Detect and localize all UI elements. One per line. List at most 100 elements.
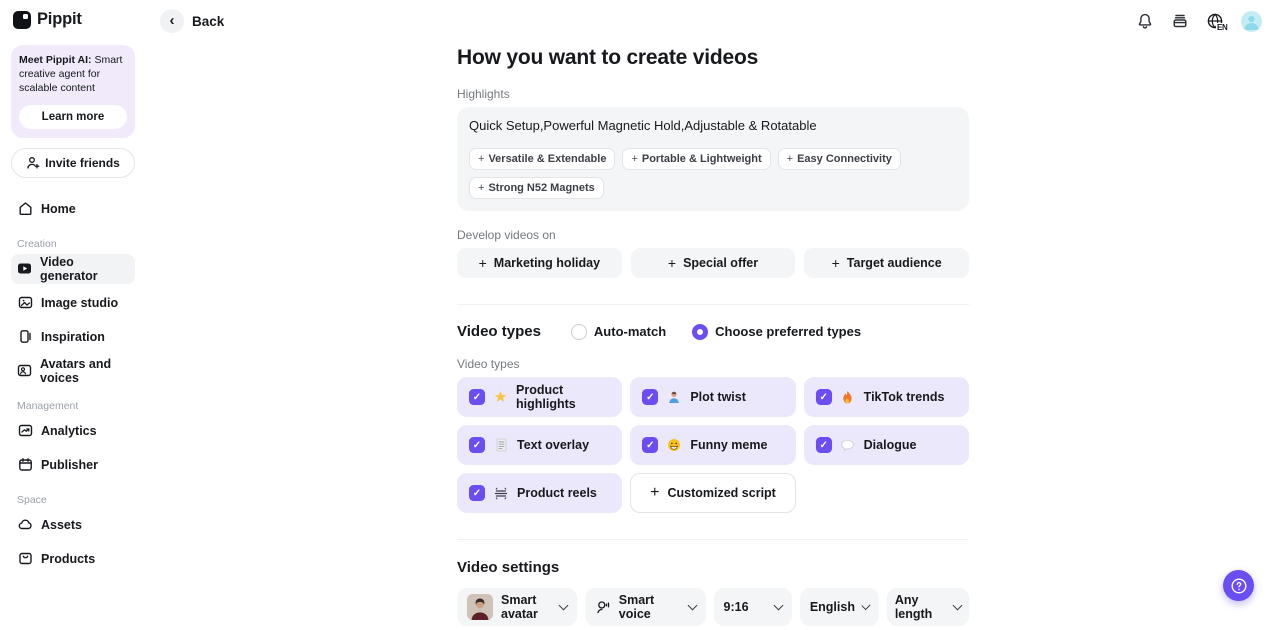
plus-icon: + [786, 153, 794, 165]
learn-more-button[interactable]: Learn more [19, 104, 127, 129]
type-card-product-highlights[interactable]: ✓ Product highlights [457, 377, 623, 417]
home-icon [17, 201, 33, 217]
sidebar: Pippit Meet Pippit AI: Smart creative ag… [0, 0, 146, 630]
length-dropdown[interactable]: Any length [886, 588, 969, 626]
promo-text: Meet Pippit AI: Smart creative agent for… [19, 53, 127, 96]
develop-option-marketing-holiday[interactable]: + Marketing holiday [457, 248, 622, 278]
develop-options: + Marketing holiday + Special offer + Targe… [457, 248, 969, 278]
main-area: ‹ Back EN How you want to create videos … [146, 0, 1280, 630]
cloud-icon [17, 517, 33, 533]
products-icon [17, 551, 33, 567]
film-frames-icon [493, 485, 509, 501]
smart-avatar-dropdown[interactable]: Smart avatar [457, 588, 577, 626]
notifications-bell-icon[interactable] [1136, 12, 1154, 30]
checkbox-checked-icon: ✓ [469, 437, 485, 453]
video-settings-heading: Video settings [457, 559, 560, 576]
sidebar-item-analytics[interactable]: Analytics [11, 416, 135, 446]
plus-icon: + [831, 255, 840, 271]
type-card-label: Product highlights [516, 383, 576, 411]
language-value: English [809, 600, 855, 614]
help-button[interactable] [1223, 570, 1254, 601]
develop-option-label: Target audience [846, 256, 942, 270]
type-card-label: Product reels [517, 486, 597, 500]
section-label-creation: Creation [17, 237, 57, 250]
type-card-label: Plot twist [690, 390, 746, 404]
suggestion-tag[interactable]: + Strong N52 Magnets [469, 177, 604, 199]
checkbox-checked-icon: ✓ [815, 389, 832, 405]
sidebar-item-video-generator[interactable]: Video generator [11, 253, 135, 284]
chevron-down-icon [861, 600, 871, 610]
type-card-label: Text overlay [517, 438, 590, 452]
type-card-product-reels[interactable]: ✓ Product reels [457, 473, 623, 513]
sidebar-item-label: Publisher [41, 457, 98, 472]
chevron-down-icon [687, 600, 697, 610]
highlights-label: Highlights [457, 87, 510, 101]
suggestion-tag[interactable]: + Portable & Lightweight [622, 148, 771, 170]
develop-option-special-offer[interactable]: + Special offer [630, 248, 796, 278]
back-label: Back [192, 13, 225, 29]
radio-label: Auto-match [593, 324, 667, 339]
radio-icon [570, 323, 587, 340]
plus-icon: + [650, 484, 660, 501]
type-card-funny-meme[interactable]: ✓ Funny meme [630, 425, 796, 465]
plus-icon: + [478, 182, 485, 194]
type-card-dialogue[interactable]: ✓ Dialogue [803, 425, 969, 465]
page-title: How you want to create videos [457, 46, 759, 69]
type-card-tiktok-trends[interactable]: ✓ TikTok trends [803, 377, 969, 417]
type-card-label: Dialogue [863, 438, 917, 452]
pippit-logo-icon [13, 10, 31, 29]
avatar-thumbnail [467, 594, 493, 620]
user-avatar[interactable] [1241, 10, 1262, 32]
sidebar-item-label: Assets [41, 517, 82, 532]
type-card-label: TikTok trends [863, 390, 945, 404]
sidebar-item-assets[interactable]: Assets [11, 510, 135, 540]
radio-label: Choose preferred types [715, 324, 862, 339]
smart-voice-dropdown[interactable]: Smart voice [584, 588, 706, 626]
video-generator-icon [17, 261, 32, 277]
highlights-input[interactable]: Quick Setup,Powerful Magnetic Hold,Adjus… [457, 107, 969, 211]
develop-option-target-audience[interactable]: + Target audience [804, 248, 969, 278]
invite-friends-button[interactable]: Invite friends [11, 147, 135, 178]
avatars-icon [17, 363, 32, 379]
highlight-suggestions: + Versatile & Extendable + Portable & Ligh… [469, 148, 957, 199]
tag-label: Strong N52 Magnets [488, 182, 595, 194]
type-card-plot-twist[interactable]: ✓ Plot twist [630, 377, 796, 417]
suggestion-tag[interactable]: + Versatile & Extendable [469, 148, 616, 170]
sidebar-item-label: Inspiration [41, 329, 105, 344]
aspect-ratio-dropdown[interactable]: 9:16 [713, 588, 792, 626]
type-card-text-overlay[interactable]: ✓ Text overlay [457, 425, 623, 465]
language-globe-icon[interactable]: EN [1206, 12, 1228, 32]
sidebar-item-label: Home [41, 201, 76, 216]
chevron-down-icon [952, 600, 963, 610]
section-label-management: Management [17, 399, 79, 412]
person-icon [666, 389, 682, 405]
develop-option-label: Marketing holiday [493, 256, 601, 270]
checkbox-checked-icon: ✓ [642, 389, 659, 405]
language-dropdown[interactable]: English [799, 588, 879, 626]
divider [457, 539, 969, 540]
person-plus-icon [26, 156, 40, 170]
checkbox-checked-icon: ✓ [469, 485, 485, 501]
sidebar-item-inspiration[interactable]: Inspiration [11, 322, 135, 352]
smart-avatar-label: Smart avatar [501, 593, 538, 621]
suggestion-tag[interactable]: + Easy Connectivity [777, 148, 901, 170]
sidebar-item-home[interactable]: Home [11, 194, 135, 224]
section-label-space: Space [17, 493, 47, 506]
flame-icon [840, 389, 856, 405]
back-button[interactable]: ‹ Back [160, 9, 224, 33]
video-types-heading: Video types [457, 323, 541, 340]
chevron-down-icon [558, 600, 569, 610]
video-types-sublabel: Video types [457, 357, 520, 371]
sidebar-item-image-studio[interactable]: Image studio [11, 288, 135, 318]
customized-script-button[interactable]: + Customized script [630, 473, 796, 513]
header-icons: EN [1136, 10, 1262, 32]
sidebar-item-avatars-and-voices[interactable]: Avatars and voices [11, 356, 135, 386]
sidebar-item-publisher[interactable]: Publisher [11, 450, 135, 480]
brand[interactable]: Pippit [11, 10, 135, 29]
sidebar-item-products[interactable]: Products [11, 544, 135, 574]
checkbox-checked-icon: ✓ [642, 437, 659, 453]
radio-choose-preferred[interactable]: Choose preferred types [692, 323, 862, 340]
storage-box-icon[interactable] [1171, 12, 1189, 30]
radio-auto-match[interactable]: Auto-match [570, 323, 667, 340]
type-card-label: Funny meme [690, 438, 768, 452]
